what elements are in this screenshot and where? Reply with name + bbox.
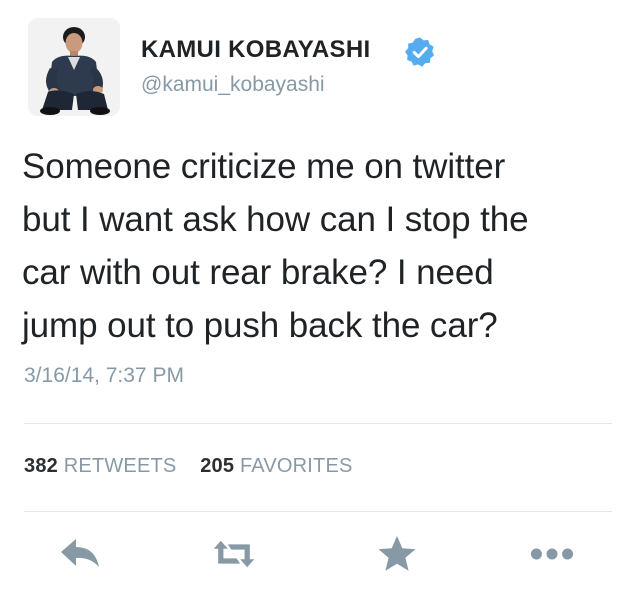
- display-name[interactable]: KAMUI KOBAYASHI: [141, 36, 370, 64]
- avatar[interactable]: [28, 18, 120, 116]
- reply-button[interactable]: [58, 534, 102, 574]
- retweet-icon: [213, 540, 255, 568]
- tweet-text-line: car with out rear brake? I need: [22, 253, 494, 292]
- favorite-star-icon: [378, 536, 416, 571]
- user-handle[interactable]: @kamui_kobayashi: [141, 73, 325, 97]
- tweet-text-line: but I want ask how can I stop the: [22, 200, 529, 239]
- more-options-button[interactable]: [530, 534, 574, 574]
- favorite-button[interactable]: [375, 534, 419, 574]
- more-dots-icon: [530, 548, 574, 560]
- divider: [24, 511, 612, 512]
- retweets-count[interactable]: 382: [24, 455, 58, 477]
- tweet-card: KAMUI KOBAYASHI @kamui_kobayashi Someone…: [0, 0, 636, 590]
- retweets-label[interactable]: RETWEETS: [64, 455, 177, 477]
- retweet-button[interactable]: [212, 534, 256, 574]
- reply-icon: [61, 539, 99, 567]
- divider: [24, 423, 612, 424]
- tweet-text-line: Someone criticize me on twitter: [22, 147, 506, 186]
- verified-badge-icon: [405, 37, 434, 67]
- tweet-stats: 382 RETWEETS 205 FAVORITES: [24, 455, 371, 478]
- tweet-text: Someone criticize me on twitter but I wa…: [22, 140, 612, 352]
- tweet-text-line: jump out to push back the car?: [22, 306, 498, 345]
- tweet-timestamp[interactable]: 3/16/14, 7:37 PM: [24, 364, 184, 388]
- favorites-label[interactable]: FAVORITES: [240, 455, 353, 477]
- favorites-count[interactable]: 205: [200, 455, 234, 477]
- avatar-photo: [28, 18, 120, 116]
